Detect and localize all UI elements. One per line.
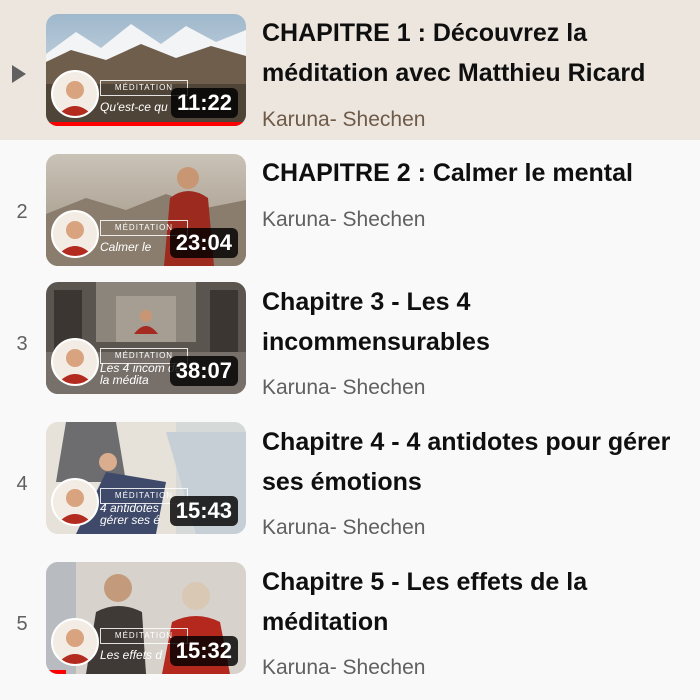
duration-badge: 15:43 — [169, 496, 238, 526]
duration-badge: 11:22 — [170, 88, 238, 118]
video-title[interactable]: Chapitre 5 - Les effets de la méditation — [262, 562, 682, 642]
channel-avatar — [51, 210, 99, 258]
watch-progress-bar — [46, 670, 66, 674]
video-title[interactable]: CHAPITRE 2 : Calmer le mental — [262, 153, 682, 193]
channel-avatar — [51, 478, 99, 526]
video-thumbnail[interactable]: MÉDITATION 4 antidotes gérer ses é 15:43 — [46, 422, 246, 534]
item-index: 5 — [16, 613, 28, 635]
channel-avatar — [51, 338, 99, 386]
playlist-item-5[interactable]: 5 MÉDITATION Les effets d 15:32 Chapitre… — [0, 560, 700, 700]
video-title[interactable]: Chapitre 3 - Les 4 incommensurables — [262, 282, 682, 362]
video-thumbnail[interactable]: MÉDITATION Les effets d 15:32 — [46, 562, 246, 674]
video-title[interactable]: CHAPITRE 1 : Découvrez la méditation ave… — [262, 13, 682, 93]
playlist-item-2[interactable]: 2 MÉDITATION Calmer le 23:04 CHAPITRE 2 … — [0, 140, 700, 280]
channel-name[interactable]: Karuna- Shechen — [262, 108, 425, 132]
item-index: 3 — [16, 333, 28, 355]
watch-progress-bar — [46, 122, 246, 126]
video-thumbnail[interactable]: MÉDITATION Qu'est-ce qu 11:22 — [46, 14, 246, 126]
channel-name[interactable]: Karuna- Shechen — [262, 516, 425, 540]
playlist-item-1[interactable]: MÉDITATION Qu'est-ce qu 11:22 CHAPITRE 1… — [0, 0, 700, 140]
duration-badge: 38:07 — [169, 356, 238, 386]
item-index: 4 — [16, 473, 28, 495]
item-index: 2 — [16, 201, 28, 223]
channel-avatar — [51, 618, 99, 666]
video-thumbnail[interactable]: MÉDITATION Les 4 incom de la médita 38:0… — [46, 282, 246, 394]
duration-badge: 15:32 — [169, 636, 238, 666]
channel-avatar — [51, 70, 99, 118]
video-title[interactable]: Chapitre 4 - 4 antidotes pour gérer ses … — [262, 422, 682, 502]
channel-name[interactable]: Karuna- Shechen — [262, 656, 425, 680]
duration-badge: 23:04 — [169, 228, 238, 258]
channel-name[interactable]: Karuna- Shechen — [262, 376, 425, 400]
now-playing-icon — [12, 65, 26, 83]
video-thumbnail[interactable]: MÉDITATION Calmer le 23:04 — [46, 154, 246, 266]
playlist-item-3[interactable]: 3 MÉDITATION Les 4 incom de la médita 38… — [0, 280, 700, 420]
playlist-item-4[interactable]: 4 MÉDITATION 4 antidotes gérer ses é 15:… — [0, 420, 700, 560]
channel-name[interactable]: Karuna- Shechen — [262, 208, 425, 232]
